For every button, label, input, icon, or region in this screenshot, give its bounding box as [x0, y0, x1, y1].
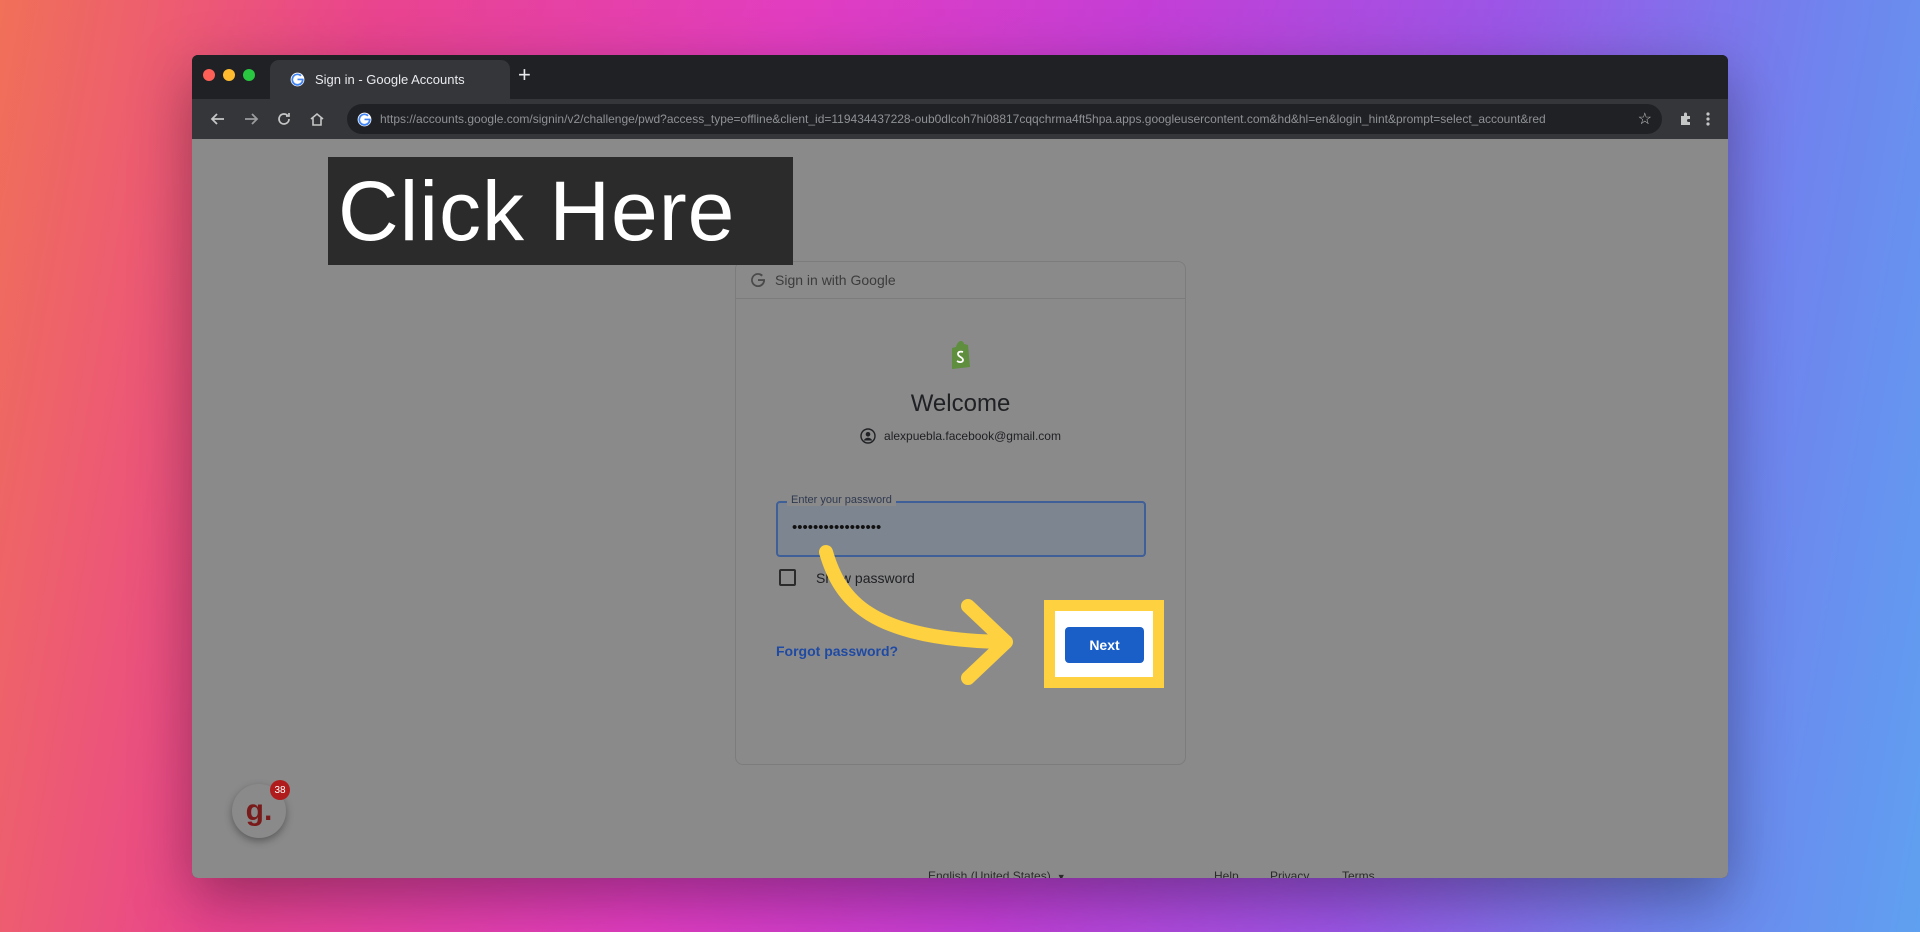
password-label: Enter your password [787, 494, 896, 506]
account-circle-icon [860, 428, 876, 444]
help-link[interactable]: Help [1214, 869, 1239, 878]
google-icon [751, 273, 765, 287]
account-chip[interactable]: alexpuebla.facebook@gmail.com [736, 428, 1185, 444]
extensions-icon[interactable] [1674, 107, 1698, 131]
new-tab-button[interactable]: + [518, 64, 531, 86]
google-icon [357, 112, 372, 126]
account-email: alexpuebla.facebook@gmail.com [884, 429, 1061, 443]
chevron-down-icon: ▼ [1056, 872, 1066, 878]
welcome-heading: Welcome [910, 390, 1011, 417]
password-value: ••••••••••••••••• [792, 519, 882, 536]
sign-in-card: Sign in with Google Welcome alexpuebla.f… [735, 261, 1186, 765]
terms-link[interactable]: Terms [1342, 869, 1375, 878]
reload-icon[interactable] [272, 107, 296, 131]
browser-toolbar: https://accounts.google.com/signin/v2/ch… [192, 99, 1728, 139]
title-bar: Sign in - Google Accounts + [192, 55, 1728, 99]
maximize-window-button[interactable] [243, 69, 255, 81]
close-window-button[interactable] [203, 69, 215, 81]
language-selector[interactable]: English (United States) ▼ [928, 869, 1066, 878]
menu-icon[interactable] [1696, 107, 1720, 131]
shopify-icon [952, 341, 970, 369]
forward-icon[interactable] [239, 107, 263, 131]
card-header: Sign in with Google [736, 262, 1185, 299]
google-icon [290, 72, 305, 87]
back-icon[interactable] [206, 107, 230, 131]
password-field[interactable]: Enter your password ••••••••••••••••• [776, 494, 1146, 557]
privacy-link[interactable]: Privacy [1270, 869, 1309, 878]
star-icon[interactable]: ☆ [1638, 109, 1652, 129]
notification-badge: 38 [270, 780, 290, 800]
minimize-window-button[interactable] [223, 69, 235, 81]
address-bar[interactable]: https://accounts.google.com/signin/v2/ch… [347, 104, 1662, 134]
forgot-password-link[interactable]: Forgot password? [776, 643, 898, 659]
next-button[interactable]: Next [1065, 627, 1144, 663]
show-password-label: Show password [816, 570, 915, 586]
home-icon[interactable] [305, 107, 329, 131]
show-password-checkbox[interactable] [779, 569, 796, 586]
card-header-text: Sign in with Google [775, 272, 896, 288]
url-text: https://accounts.google.com/signin/v2/ch… [380, 112, 1546, 126]
tab-title: Sign in - Google Accounts [315, 72, 465, 87]
tab-sign-in[interactable]: Sign in - Google Accounts [270, 60, 510, 99]
language-label: English (United States) [928, 869, 1051, 878]
click-here-banner: Click Here [328, 157, 793, 265]
